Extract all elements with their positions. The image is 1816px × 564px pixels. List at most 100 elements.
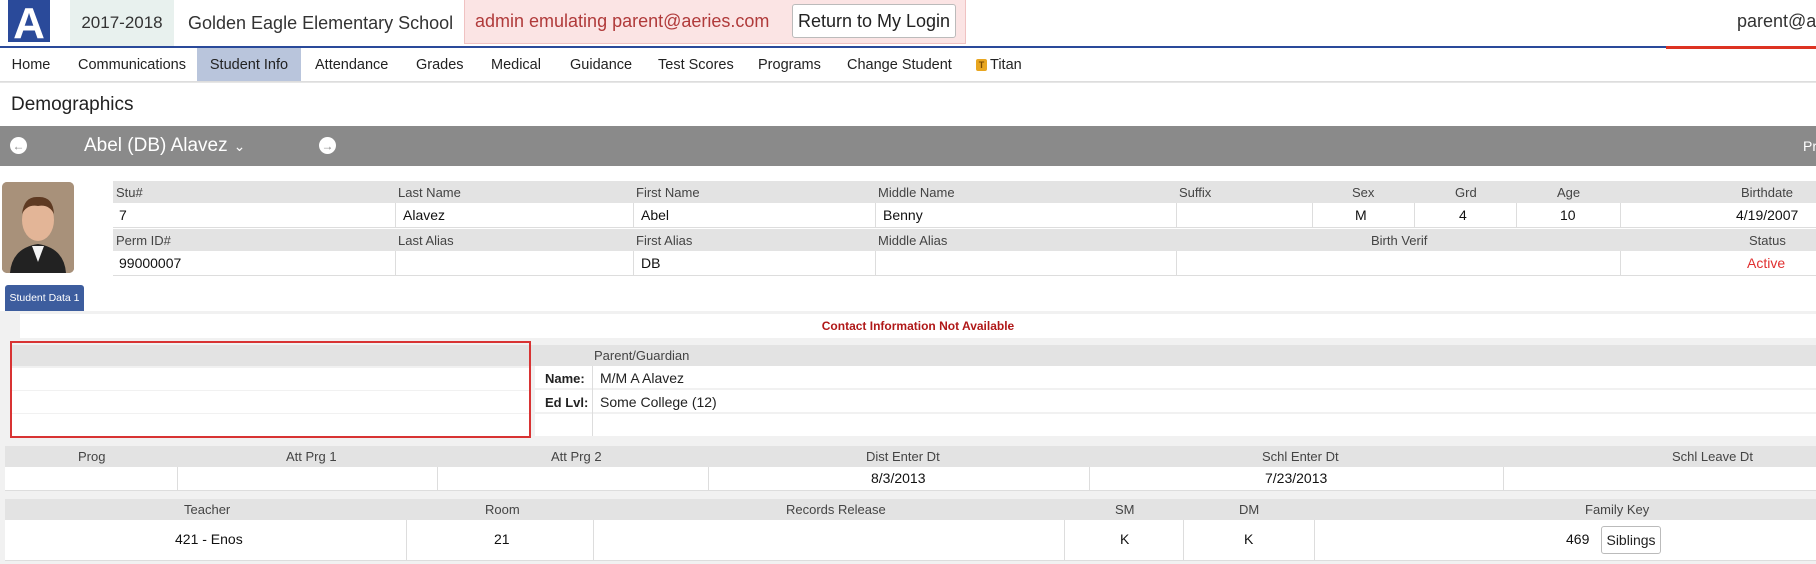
teacher-value-row: 421 - Enos 21 K K 469 (5, 520, 1816, 561)
guardian-header: Parent/Guardian (594, 348, 690, 363)
main-nav: Home Communications Student Info Attenda… (0, 48, 1816, 82)
label-sm: SM (1115, 502, 1135, 517)
label-middle-alias: Middle Alias (878, 233, 948, 248)
svg-text:A: A (13, 0, 45, 42)
value-grd: 4 (1459, 207, 1467, 223)
titan-icon: T (976, 58, 987, 71)
guardian-blank-row (535, 414, 1816, 436)
siblings-button[interactable]: Siblings (1601, 526, 1661, 554)
label-first-alias: First Alias (636, 233, 693, 248)
emulation-banner: admin emulating parent@aeries.com Return… (464, 0, 966, 44)
value-dist-enter-dt: 8/3/2013 (871, 470, 926, 486)
label-status: Status (1749, 233, 1786, 248)
label-dm: DM (1239, 502, 1260, 517)
guardian-edlvl-row (535, 390, 1816, 412)
nav-grades[interactable]: Grades (416, 48, 464, 81)
status-badge: Active (1747, 255, 1786, 271)
aeries-logo-icon: A (8, 0, 50, 48)
enrollment-header-row: Prog Att Prg 1 Att Prg 2 Dist Enter Dt S… (5, 446, 1816, 467)
student-portrait-icon (2, 182, 74, 273)
label-sex: Sex (1352, 185, 1375, 200)
value-teacher: 421 - Enos (175, 531, 243, 547)
contact-info-unavailable: Contact Information Not Available (20, 314, 1816, 338)
label-schl-leave-dt: Schl Leave Dt (1672, 449, 1753, 464)
return-to-login-button[interactable]: Return to My Login (792, 4, 956, 38)
arrow-left-icon: ← (12, 138, 25, 153)
page-title: Demographics (11, 94, 134, 115)
nav-student-info[interactable]: Student Info (197, 48, 301, 81)
guardian-name-value: M/M A Alavez (600, 370, 685, 386)
label-att-prg-2: Att Prg 2 (551, 449, 602, 464)
student-dropdown[interactable]: Abel (DB) Alavez ⌄ (84, 135, 245, 157)
label-schl-enter-dt: Schl Enter Dt (1262, 449, 1339, 464)
demographics-value-row-2: 99000007 DB Active (113, 251, 1816, 276)
label-dist-enter-dt: Dist Enter Dt (866, 449, 940, 464)
label-stu: Stu# (116, 185, 143, 200)
value-sm: K (1120, 531, 1130, 547)
label-records-release: Records Release (786, 502, 886, 517)
nav-test-scores[interactable]: Test Scores (658, 48, 734, 81)
enrollment-value-row: 8/3/2013 7/23/2013 (5, 467, 1816, 491)
label-middle-name: Middle Name (878, 185, 955, 200)
value-middle-name: Benny (883, 207, 923, 223)
emulating-text: admin emulating parent@aeries.com (475, 11, 770, 31)
label-suffix: Suffix (1179, 185, 1212, 200)
school-name[interactable]: Golden Eagle Elementary School (188, 0, 453, 46)
label-room: Room (485, 502, 520, 517)
student-selector-bar: ← Abel (DB) Alavez ⌄ → Pr (0, 126, 1816, 166)
title-divider (0, 82, 1816, 83)
nav-home[interactable]: Home (0, 48, 62, 81)
value-last-name: Alavez (403, 207, 446, 223)
label-att-prg-1: Att Prg 1 (286, 449, 337, 464)
nav-titan[interactable]: T Titan (976, 48, 1022, 81)
value-sex: M (1355, 207, 1367, 223)
student-name: Abel (DB) Alavez (84, 135, 228, 156)
value-first-alias: DB (641, 255, 661, 271)
chevron-down-icon: ⌄ (233, 137, 246, 154)
guardian-divider (592, 366, 593, 436)
user-account[interactable]: parent@aeries.com (1737, 11, 1816, 32)
highlight-box (10, 341, 531, 438)
value-dm: K (1244, 531, 1254, 547)
school-year[interactable]: 2017-2018 (70, 0, 174, 46)
demographics-value-row-1: 7 Alavez Abel Benny M 4 10 4/19/2007 (113, 203, 1816, 228)
next-student-button[interactable]: → (319, 137, 336, 154)
value-birthdate: 4/19/2007 (1736, 207, 1799, 223)
nav-medical[interactable]: Medical (491, 48, 541, 81)
value-family-key: 469 (1566, 531, 1590, 547)
nav-guidance[interactable]: Guidance (570, 48, 632, 81)
guardian-edlvl-label: Ed Lvl: (545, 395, 589, 410)
bar-right-text[interactable]: Pr (1803, 138, 1816, 154)
label-teacher: Teacher (184, 502, 231, 517)
previous-student-button[interactable]: ← (10, 137, 27, 154)
guardian-edlvl-value: Some College (12) (600, 394, 717, 410)
value-stu: 7 (119, 207, 127, 223)
label-perm-id: Perm ID# (116, 233, 171, 248)
label-prog: Prog (78, 449, 106, 464)
tab-student-data-1[interactable]: Student Data 1 (5, 285, 84, 311)
nav-communications[interactable]: Communications (78, 48, 186, 81)
aeries-logo[interactable]: A (0, 0, 58, 48)
demographics-header-row-2: Perm ID# Last Alias First Alias Middle A… (113, 229, 1816, 251)
teacher-header-row: Teacher Room Records Release SM DM Famil… (5, 499, 1816, 520)
value-age: 10 (1560, 207, 1576, 223)
value-first-name: Abel (641, 207, 670, 223)
value-perm-id: 99000007 (119, 255, 182, 271)
nav-titan-label: Titan (990, 56, 1022, 73)
label-last-name: Last Name (398, 185, 461, 200)
arrow-right-icon: → (321, 138, 334, 153)
guardian-name-label: Name: (545, 371, 585, 386)
value-schl-enter-dt: 7/23/2013 (1265, 470, 1328, 486)
nav-attendance[interactable]: Attendance (315, 48, 388, 81)
student-photo (2, 182, 74, 273)
nav-change-student[interactable]: Change Student (847, 48, 952, 81)
guardian-name-row (535, 366, 1816, 388)
label-last-alias: Last Alias (398, 233, 454, 248)
demographics-header-row-1: Stu# Last Name First Name Middle Name Su… (113, 181, 1816, 203)
nav-programs[interactable]: Programs (758, 48, 821, 81)
label-birth-verif: Birth Verif (1371, 233, 1428, 248)
label-age: Age (1557, 185, 1581, 200)
label-grd: Grd (1455, 185, 1477, 200)
label-first-name: First Name (636, 185, 700, 200)
label-family-key: Family Key (1585, 502, 1650, 517)
